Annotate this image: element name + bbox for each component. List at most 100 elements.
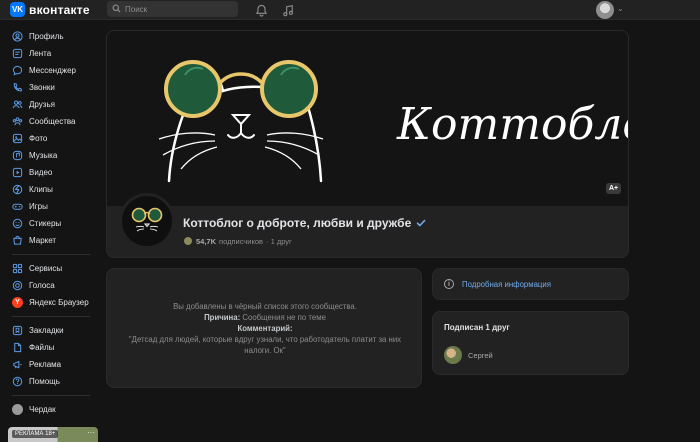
sidebar-item-label: Маркет [29, 236, 57, 245]
sidebar-divider [12, 254, 90, 255]
info-icon: i [444, 279, 454, 289]
friend-avatar[interactable] [444, 346, 462, 364]
sidebar-item-messenger[interactable]: Мессенджер [0, 62, 100, 79]
sidebar-item-label: Реклама [29, 360, 62, 369]
group-name: Коттоблог о доброте, любви и дружбе [183, 216, 412, 230]
search-icon [112, 3, 121, 15]
search-box[interactable] [107, 1, 238, 17]
top-bar: VK вконтакте ⌄ [0, 0, 700, 20]
sidebar-item-video[interactable]: Видео [0, 164, 100, 181]
sidebar-item-chat[interactable]: Чердак [0, 401, 100, 418]
clips-icon [12, 184, 23, 195]
services-icon [12, 263, 23, 274]
sidebar-item-market[interactable]: Маркет [0, 232, 100, 249]
sidebar-item-bookmarks[interactable]: Закладки [0, 322, 100, 339]
friend-item[interactable]: Сергей [444, 346, 493, 364]
reason-value: Сообщения не по теме [242, 313, 326, 322]
sidebar-item-yandex-browser[interactable]: Y Яндекс Браузер [0, 294, 100, 311]
sidebar-item-label: Фото [29, 134, 48, 143]
sidebar-item-music[interactable]: Музыка [0, 147, 100, 164]
more-icon[interactable]: ··· [87, 428, 95, 437]
sidebar-item-profile[interactable]: Профиль [0, 28, 100, 45]
sidebar-item-photo[interactable]: Фото [0, 130, 100, 147]
chevron-down-icon[interactable]: ⌄ [617, 4, 624, 13]
group-avatar[interactable] [119, 193, 175, 249]
photo-icon [12, 133, 23, 144]
blacklist-notice: Вы добавлены в чёрный список этого сообщ… [117, 301, 413, 356]
sidebar-item-games[interactable]: Игры [0, 198, 100, 215]
sidebar-item-help[interactable]: Помощь [0, 373, 100, 390]
votes-icon [12, 280, 23, 291]
friends-count[interactable]: · 1 друг [266, 237, 292, 246]
search-input[interactable] [125, 4, 225, 14]
sidebar-item-ads[interactable]: Реклама [0, 356, 100, 373]
vk-logo-mark: VK [10, 2, 25, 17]
files-icon [12, 342, 23, 353]
market-icon [12, 235, 23, 246]
stickers-icon [12, 218, 23, 229]
details-card[interactable]: i Подробная информация [432, 268, 629, 300]
sidebar-item-label: Мессенджер [29, 66, 76, 75]
group-header-card: Коттоблог A+ Коттоблог о доброте, любви … [106, 30, 629, 258]
profile-icon [12, 31, 23, 42]
sidebar-item-label: Стикеры [29, 219, 62, 228]
details-link[interactable]: Подробная информация [462, 280, 551, 289]
sidebar-item-clips[interactable]: Клипы [0, 181, 100, 198]
sidebar-item-label: Сообщества [29, 117, 76, 126]
reason-row: Причина: Сообщения не по теме [117, 312, 413, 323]
sidebar-item-label: Закладки [29, 326, 64, 335]
sidebar-item-label: Голоса [29, 281, 55, 290]
left-sidebar: Профиль Лента Мессенджер Звонки Друзья С… [0, 28, 100, 418]
group-cover: Коттоблог [107, 31, 629, 206]
sidebar-item-friends[interactable]: Друзья [0, 96, 100, 113]
sidebar-divider [12, 395, 90, 396]
sidebar-item-label: Музыка [29, 151, 58, 160]
sidebar-item-calls[interactable]: Звонки [0, 79, 100, 96]
sidebar-item-feed[interactable]: Лента [0, 45, 100, 62]
sidebar-item-label: Лента [29, 49, 52, 58]
group-meta: 54,7K подписчиков · 1 друг [183, 236, 292, 246]
subscribers-label[interactable]: подписчиков [219, 237, 263, 246]
blacklist-notice-card: Вы добавлены в чёрный список этого сообщ… [106, 268, 422, 388]
bell-icon[interactable] [253, 2, 269, 18]
blacklist-message: Вы добавлены в чёрный список этого сообщ… [173, 302, 357, 311]
video-icon [12, 167, 23, 178]
sidebar-item-stickers[interactable]: Стикеры [0, 215, 100, 232]
verified-check-icon [416, 218, 427, 229]
sidebar-item-label: Помощь [29, 377, 60, 386]
friend-name[interactable]: Сергей [468, 351, 493, 360]
bookmarks-icon [12, 325, 23, 336]
sidebar-item-services[interactable]: Сервисы [0, 260, 100, 277]
yandex-icon: Y [12, 297, 23, 308]
sidebar-item-label: Яндекс Браузер [29, 298, 89, 307]
sidebar-item-label: Файлы [29, 343, 55, 352]
cat-glasses-illustration: Коттоблог [158, 60, 629, 183]
music-note-icon[interactable] [280, 2, 296, 18]
music-icon [12, 150, 23, 161]
sidebar-ad[interactable]: РЕКЛАМА 18+ ··· [8, 427, 98, 442]
ad-label: РЕКЛАМА 18+ [12, 430, 59, 438]
sidebar-item-label: Друзья [29, 100, 55, 109]
vk-logo-text: вконтакте [29, 2, 90, 17]
messenger-icon [12, 65, 23, 76]
feed-icon [12, 48, 23, 59]
sidebar-item-communities[interactable]: Сообщества [0, 113, 100, 130]
user-avatar[interactable] [596, 1, 614, 19]
chat-avatar [12, 404, 23, 415]
ads-icon [12, 359, 23, 370]
sidebar-item-files[interactable]: Файлы [0, 339, 100, 356]
subscribers-count[interactable]: 54,7K [196, 237, 216, 246]
friends-icon [12, 99, 23, 110]
sidebar-item-label: Клипы [29, 185, 53, 194]
friends-card-title[interactable]: Подписан 1 друг [444, 323, 510, 332]
comment-label: Комментарий: [237, 324, 293, 333]
sidebar-item-votes[interactable]: Голоса [0, 277, 100, 294]
cover-title: Коттоблог [396, 99, 629, 150]
friend-mini-avatar [183, 236, 193, 246]
sidebar-item-label: Звонки [29, 83, 55, 92]
sidebar-item-label: Игры [29, 202, 48, 211]
vk-logo[interactable]: VK вконтакте [10, 2, 90, 17]
sidebar-item-label: Профиль [29, 32, 64, 41]
comment-value: "Детсад для людей, которые вдруг узнали,… [128, 335, 402, 355]
communities-icon [12, 116, 23, 127]
